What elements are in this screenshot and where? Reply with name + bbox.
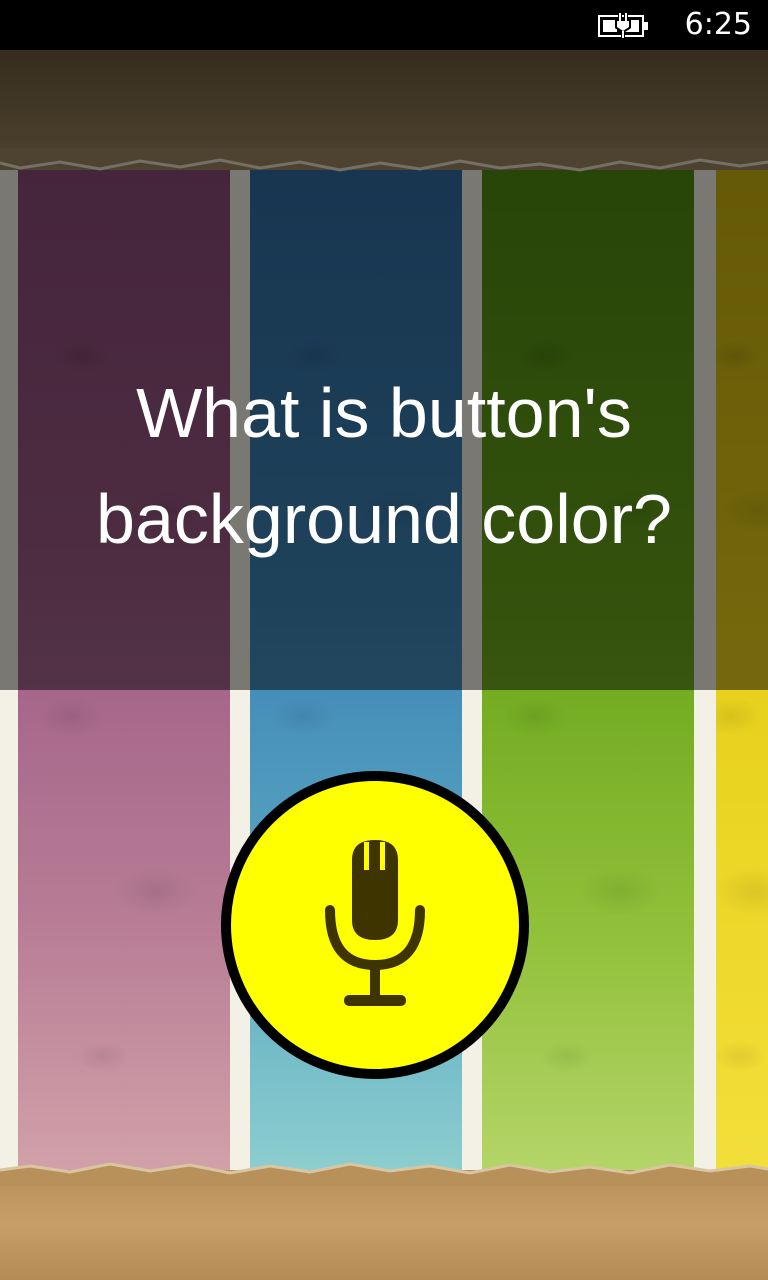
app-screen: 6:25 What is button's background color?: [0, 0, 768, 1280]
question-line-2: background color?: [96, 480, 672, 558]
status-bar: 6:25: [0, 0, 768, 50]
clock-time: 6:25: [684, 7, 752, 42]
torn-paper-bottom: [0, 1170, 768, 1280]
question-line-1: What is button's: [136, 374, 632, 452]
torn-paper-bottom-edge: [0, 1162, 768, 1186]
question-text: What is button's background color?: [0, 360, 768, 572]
battery-charging-icon: [598, 13, 648, 39]
microphone-button[interactable]: [221, 771, 529, 1079]
microphone-icon: [325, 840, 425, 1006]
